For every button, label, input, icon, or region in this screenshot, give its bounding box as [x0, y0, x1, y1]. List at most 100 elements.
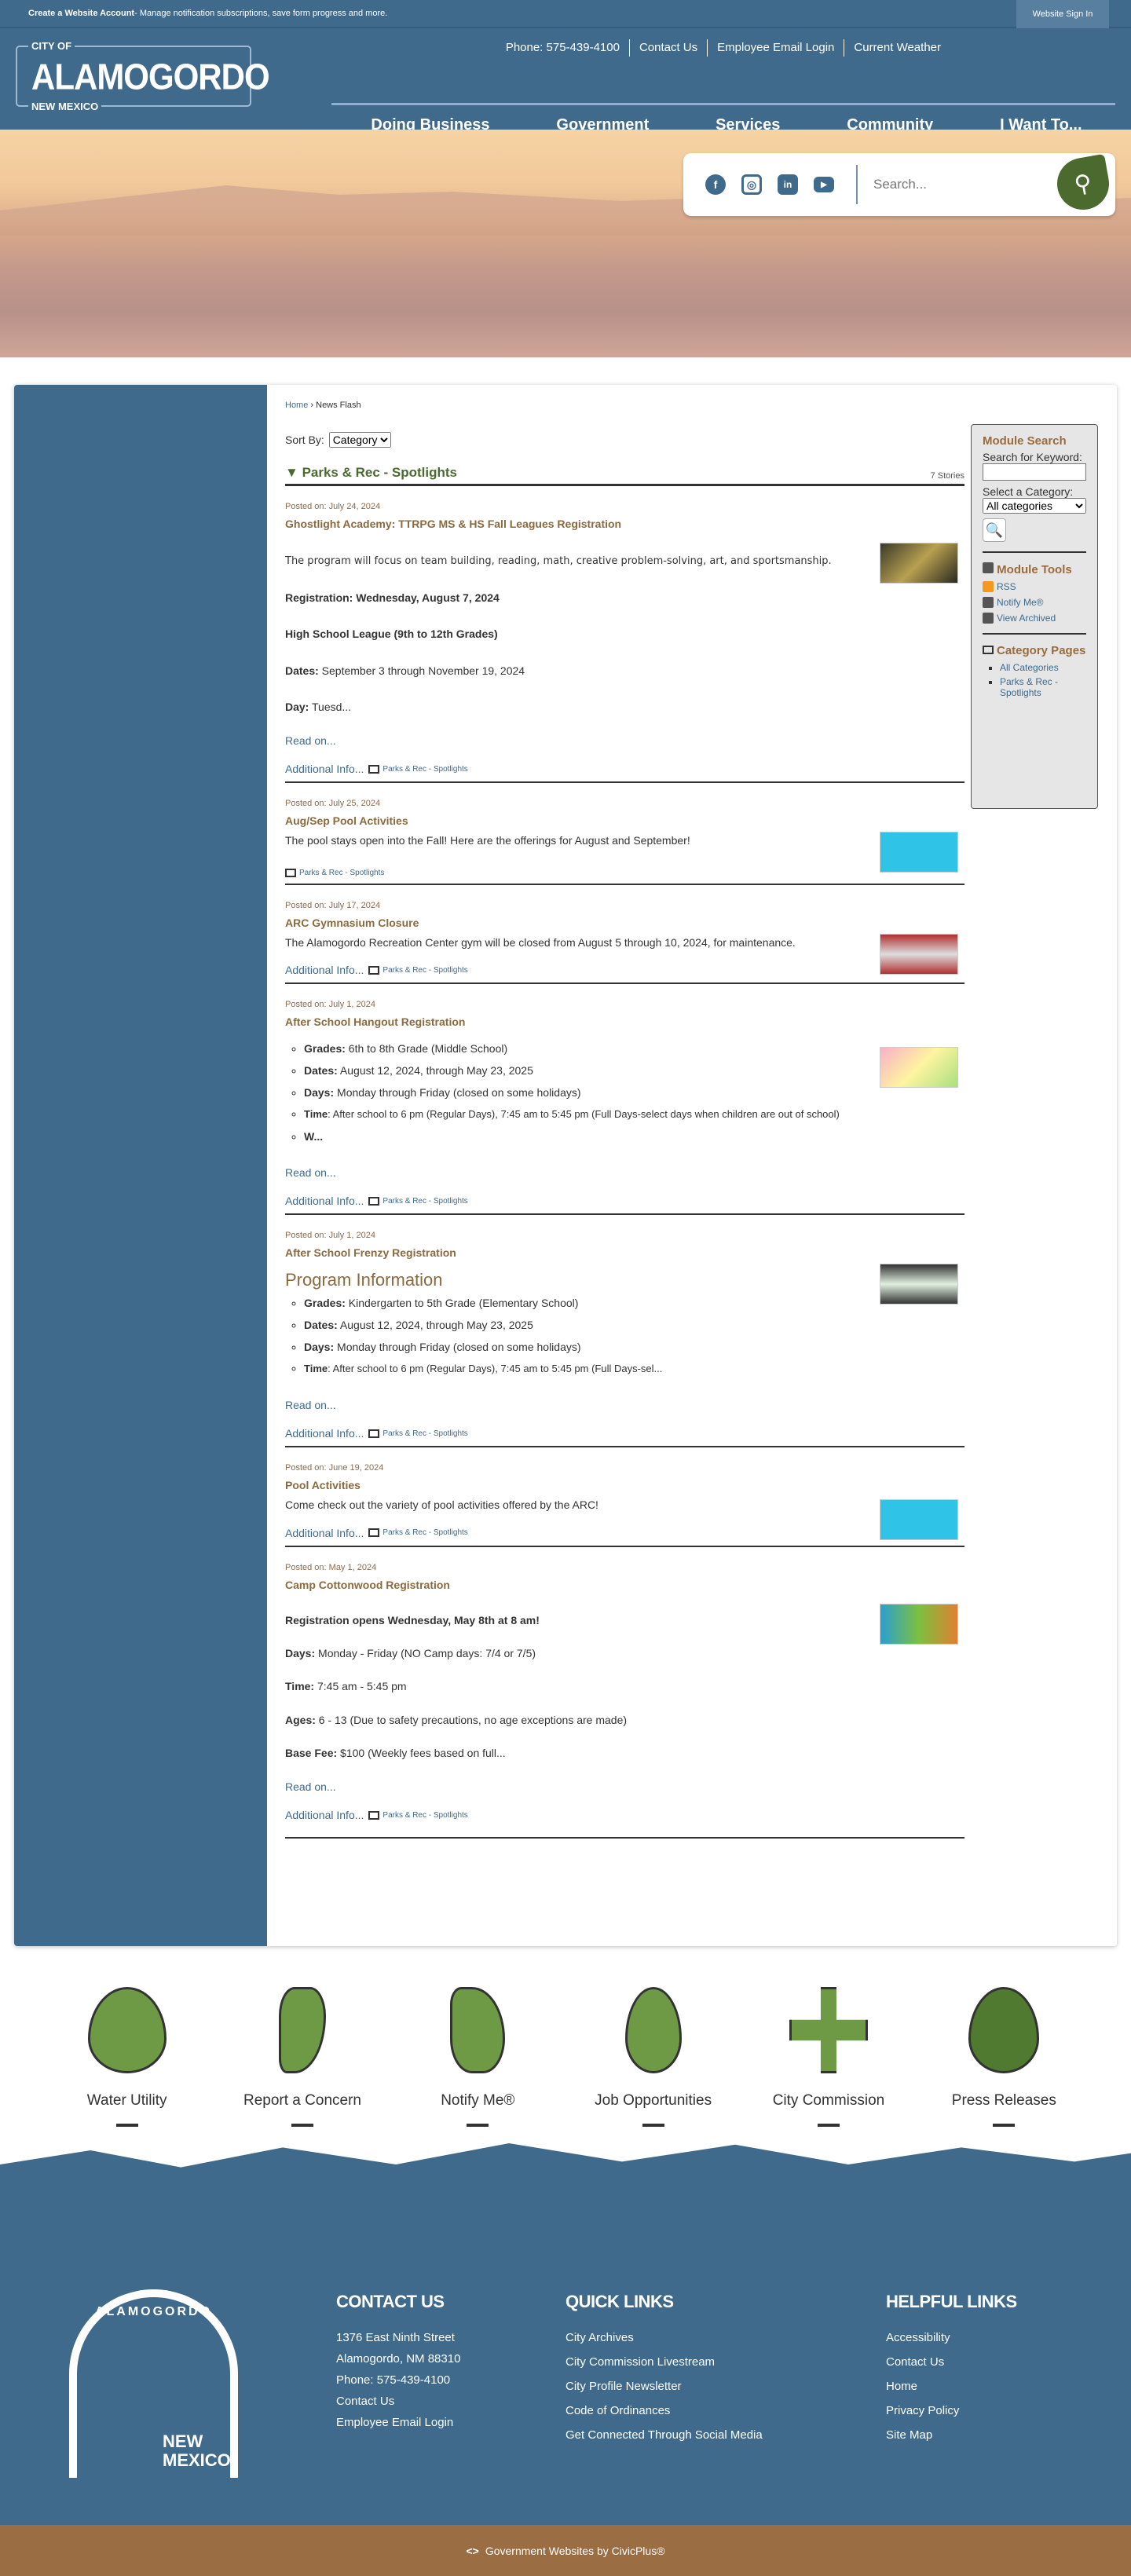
account-description: - Manage notification subscriptions, sav… [134, 9, 388, 18]
category-header: ▼ Parks & Rec - Spotlights 7 Stories [285, 465, 964, 486]
employee-email-link[interactable]: Employee Email Login [707, 39, 844, 57]
linkedin-icon[interactable]: in [778, 174, 798, 195]
news-thumbnail[interactable] [880, 1047, 958, 1089]
keyword-input[interactable] [983, 463, 1086, 481]
current-weather-link[interactable]: Current Weather [844, 39, 950, 57]
search-icon[interactable]: 🔍 [983, 518, 1006, 542]
category-link[interactable]: Parks & Rec - Spotlights [382, 1429, 467, 1438]
footer-logo[interactable]: ALAMOGORDO NEW MEXICO [69, 2289, 238, 2478]
value: August 12, 2024, through May 23, 2025 [337, 1319, 533, 1332]
quick-link-label: Job Opportunities [595, 2092, 712, 2109]
read-on-link[interactable]: Read on... [285, 1780, 964, 1793]
main-card: Home › News Flash Sort By: Category ▼ Pa… [14, 385, 1117, 1946]
news-title[interactable]: Aug/Sep Pool Activities [285, 814, 964, 827]
rss-link[interactable]: RSS [997, 581, 1016, 592]
parks-rec-link[interactable]: Parks & Rec - Spotlights [1000, 676, 1058, 698]
additional-info-link[interactable]: Additional Info... [285, 763, 364, 775]
logo-city-of: CITY OF [28, 40, 75, 52]
quick-link-water-utility[interactable]: Water Utility [57, 1987, 198, 2127]
category-link[interactable]: Parks & Rec - Spotlights [382, 966, 467, 975]
news-thumbnail[interactable] [880, 933, 958, 975]
value: Monday - Friday (NO Camp days: 7/4 or 7/… [315, 1646, 536, 1659]
read-on-link[interactable]: Read on... [285, 734, 964, 747]
news-thumbnail[interactable] [880, 1264, 958, 1305]
civicplus-link[interactable]: Government Websites by CivicPlus® [485, 2545, 665, 2557]
footer-email-link[interactable]: Employee Email Login [336, 2416, 460, 2429]
value: 6th to 8th Grade (Middle School) [345, 1042, 508, 1056]
footer-contact-link[interactable]: Contact Us [336, 2395, 460, 2408]
footer-link[interactable]: Privacy Policy [886, 2404, 1017, 2417]
category-link[interactable]: Parks & Rec - Spotlights [382, 1528, 467, 1537]
footer-link[interactable]: City Commission Livestream [566, 2355, 763, 2369]
quick-link-report-concern[interactable]: Report a Concern [232, 1987, 373, 2127]
sort-select[interactable]: Category [328, 432, 391, 448]
footer-link[interactable]: Code of Ordinances [566, 2404, 763, 2417]
instagram-icon[interactable]: ◎ [741, 174, 762, 195]
category-select[interactable]: All categories [983, 498, 1086, 514]
notify-me-link[interactable]: Notify Me® [997, 597, 1044, 608]
news-text: Days: Monday - Friday (NO Camp days: 7/4… [285, 1645, 964, 1662]
breadcrumb-separator: › [308, 401, 317, 410]
category-link[interactable]: Parks & Rec - Spotlights [299, 869, 384, 877]
additional-info-link[interactable]: Additional Info... [285, 964, 364, 976]
news-title[interactable]: Camp Cottonwood Registration [285, 1579, 964, 1591]
news-title[interactable]: After School Frenzy Registration [285, 1246, 964, 1259]
view-archived-link[interactable]: View Archived [997, 613, 1056, 624]
news-title[interactable]: Ghostlight Academy: TTRPG MS & HS Fall L… [285, 518, 964, 530]
category-link[interactable]: Parks & Rec - Spotlights [382, 765, 467, 774]
news-text: Dates: September 3 through November 19, … [285, 662, 851, 679]
quick-link-label: Water Utility [86, 2092, 167, 2109]
value: August 12, 2024, through May 23, 2025 [337, 1064, 533, 1078]
list-item: Dates: August 12, 2024, through May 23, … [304, 1059, 964, 1081]
search-input[interactable] [873, 177, 1070, 192]
news-text: The program will focus on team building,… [285, 555, 832, 567]
category-link[interactable]: Parks & Rec - Spotlights [382, 1197, 467, 1206]
news-thumbnail[interactable] [880, 1499, 958, 1541]
category-toggle[interactable]: ▼ Parks & Rec - Spotlights [285, 465, 457, 481]
news-thumbnail[interactable] [880, 1603, 958, 1645]
quick-link-city-commission[interactable]: City Commission [758, 1987, 899, 2127]
search-icon[interactable]: ⚲ [1052, 153, 1114, 214]
additional-info-link[interactable]: Additional Info... [285, 1195, 364, 1207]
category-link[interactable]: Parks & Rec - Spotlights [382, 1811, 467, 1820]
list-item: W... [304, 1125, 964, 1147]
read-on-link[interactable]: Read on... [285, 1166, 964, 1179]
additional-info-link[interactable]: Additional Info... [285, 1527, 364, 1539]
youtube-icon[interactable]: ▶ [814, 177, 834, 192]
category-pages-title: Category Pages [983, 644, 1086, 657]
all-categories-link[interactable]: All Categories [1000, 662, 1059, 673]
footer-link[interactable]: Get Connected Through Social Media [566, 2428, 763, 2442]
read-on-link[interactable]: Read on... [285, 1399, 964, 1411]
footer-link[interactable]: Accessibility [886, 2331, 1017, 2344]
module-tools-label: Module Tools [997, 563, 1072, 576]
footer-link[interactable]: City Archives [566, 2331, 763, 2344]
news-thumbnail[interactable] [880, 832, 958, 873]
footer-link[interactable]: Home [886, 2380, 1017, 2393]
news-item: Posted on: July 1, 2024 After School Fre… [285, 1215, 964, 1448]
contact-us-link[interactable]: Contact Us [628, 39, 707, 57]
value: Kindergarten to 5th Grade (Elementary Sc… [345, 1297, 579, 1310]
quick-link-press-releases[interactable]: Press Releases [933, 1987, 1074, 2127]
news-title[interactable]: ARC Gymnasium Closure [285, 917, 964, 929]
quick-link-job-opportunities[interactable]: Job Opportunities [583, 1987, 724, 2127]
additional-info-link[interactable]: Additional Info... [285, 1427, 364, 1440]
phone-link[interactable]: Phone: 575-439-4100 [496, 39, 629, 57]
city-logo[interactable]: CITY OF ALAMOGORDO NEW MEXICO [16, 40, 270, 112]
website-sign-in-button[interactable]: Website Sign In [1016, 0, 1109, 28]
additional-info-link[interactable]: Additional Info... [285, 1809, 364, 1821]
create-account-link[interactable]: Create a Website Account [28, 9, 134, 18]
footer-link[interactable]: City Profile Newsletter [566, 2380, 763, 2393]
roadrunner-icon [450, 1987, 506, 2073]
facebook-icon[interactable]: f [705, 174, 726, 195]
footer-link[interactable]: Site Map [886, 2428, 1017, 2442]
footer-link[interactable]: Contact Us [886, 2355, 1017, 2369]
divider [331, 103, 1115, 105]
label: Dates: [304, 1319, 338, 1332]
news-thumbnail[interactable] [880, 543, 958, 584]
divider [856, 165, 858, 204]
breadcrumb-home[interactable]: Home [285, 401, 308, 410]
label: Day: [285, 700, 309, 713]
news-title[interactable]: After School Hangout Registration [285, 1015, 964, 1028]
quick-link-notify-me[interactable]: Notify Me® [407, 1987, 548, 2127]
news-title[interactable]: Pool Activities [285, 1479, 964, 1491]
